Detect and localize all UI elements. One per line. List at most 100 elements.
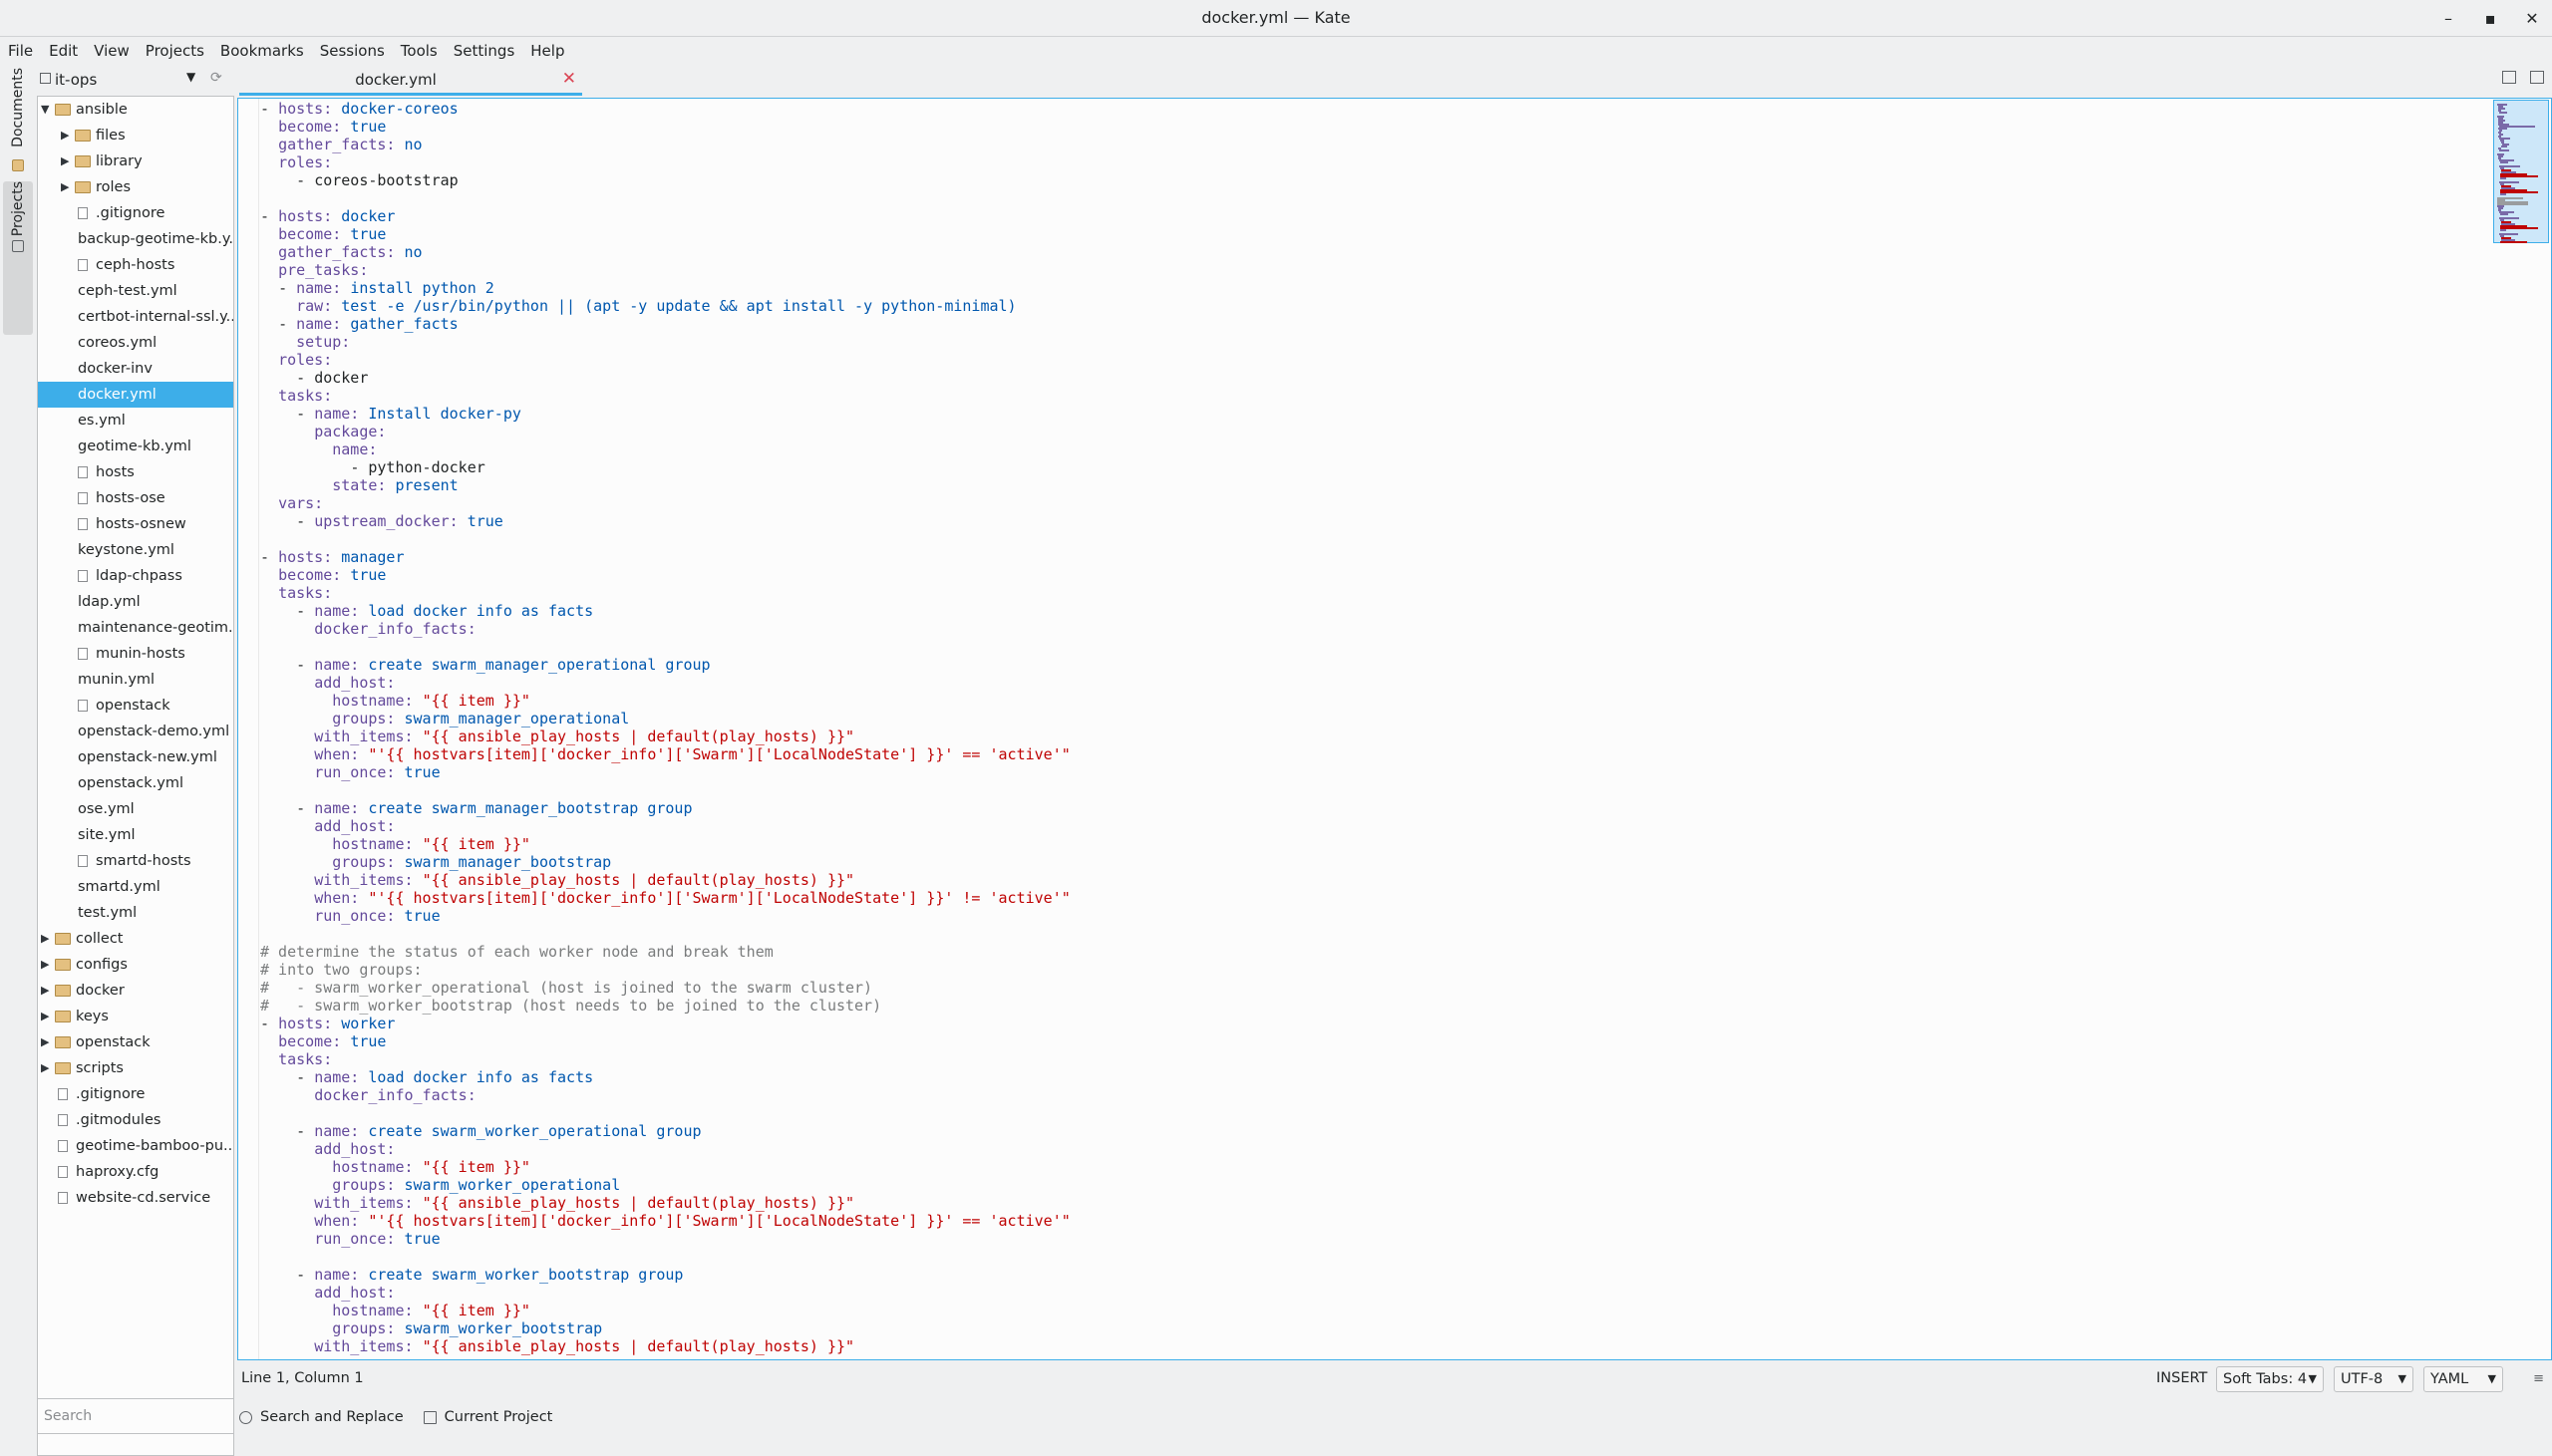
code-line[interactable]: roles: (260, 153, 2493, 171)
tree-item[interactable]: openstack.yml (38, 770, 233, 796)
code-line[interactable]: with_items: "{{ ansible_play_hosts | def… (260, 871, 2493, 889)
code-line[interactable]: groups: swarm_manager_bootstrap (260, 853, 2493, 871)
code-line[interactable]: - hosts: manager (260, 548, 2493, 566)
tree-item[interactable]: ▶ docker (38, 978, 233, 1004)
tree-item[interactable]: ▶ openstack (38, 1029, 233, 1055)
chevron-right-icon[interactable]: ▶ (61, 148, 69, 174)
tab-docker-yml[interactable]: docker.yml ✕ (239, 66, 582, 96)
tree-item[interactable]: coreos.yml (38, 330, 233, 356)
tree-item[interactable]: geotime-bamboo-pu... (38, 1133, 233, 1159)
encoding-selector[interactable]: UTF-8 ▼ (2334, 1366, 2413, 1392)
tree-item[interactable]: ose.yml (38, 796, 233, 822)
tree-item[interactable]: munin-hosts (38, 641, 233, 667)
code-line[interactable] (260, 530, 2493, 548)
menu-edit[interactable]: Edit (41, 42, 86, 60)
code-line[interactable]: vars: (260, 494, 2493, 512)
code-line[interactable]: pre_tasks: (260, 261, 2493, 279)
tree-item[interactable]: .gitignore (38, 1081, 233, 1107)
tree-item[interactable]: ▶ keys (38, 1004, 233, 1029)
code-line[interactable]: become: true (260, 225, 2493, 243)
code-line[interactable]: - upstream_docker: true (260, 512, 2493, 530)
tree-item[interactable]: smartd.yml (38, 874, 233, 900)
tree-item[interactable]: ▶ configs (38, 952, 233, 978)
code-line[interactable]: roles: (260, 351, 2493, 369)
code-line[interactable]: state: present (260, 476, 2493, 494)
code-line[interactable]: - name: create swarm_worker_operational … (260, 1122, 2493, 1140)
menu-projects[interactable]: Projects (138, 42, 212, 60)
code-line[interactable]: raw: test -e /usr/bin/python || (apt -y … (260, 297, 2493, 315)
code-line[interactable]: add_host: (260, 1284, 2493, 1302)
code-line[interactable] (260, 1248, 2493, 1266)
code-line[interactable]: - hosts: docker-coreos (260, 100, 2493, 118)
quick-open-icon[interactable] (2502, 71, 2516, 84)
code-line[interactable] (260, 1104, 2493, 1122)
tree-item[interactable]: openstack (38, 693, 233, 719)
code-line[interactable]: - name: load docker info as facts (260, 602, 2493, 620)
code-line[interactable]: # into two groups: (260, 961, 2493, 979)
code-line[interactable]: groups: swarm_manager_operational (260, 710, 2493, 728)
tree-item[interactable]: haproxy.cfg (38, 1159, 233, 1185)
indent-selector[interactable]: Soft Tabs: 4 ▼ (2216, 1366, 2324, 1392)
tree-item[interactable]: hosts-ose (38, 485, 233, 511)
code-line[interactable]: add_host: (260, 674, 2493, 692)
tree-item[interactable]: ldap.yml (38, 589, 233, 615)
code-line[interactable]: become: true (260, 1032, 2493, 1050)
tab-documents[interactable]: Documents (3, 68, 33, 153)
tree-item[interactable]: munin.yml (38, 667, 233, 693)
code-line[interactable]: hostname: "{{ item }}" (260, 1302, 2493, 1319)
code-line[interactable]: - name: gather_facts (260, 315, 2493, 333)
close-button[interactable]: ✕ (2522, 9, 2542, 28)
code-line[interactable]: # determine the status of each worker no… (260, 943, 2493, 961)
code-line[interactable]: add_host: (260, 1140, 2493, 1158)
tree-item[interactable]: hosts (38, 459, 233, 485)
minimize-button[interactable]: – (2438, 9, 2458, 28)
code-line[interactable]: - docker (260, 369, 2493, 387)
code-line[interactable]: groups: swarm_worker_bootstrap (260, 1319, 2493, 1337)
tree-item[interactable]: ceph-hosts (38, 252, 233, 278)
close-icon[interactable]: ✕ (562, 69, 576, 89)
chevron-down-icon[interactable]: ▼ (186, 70, 195, 84)
code-line[interactable]: with_items: "{{ ansible_play_hosts | def… (260, 1337, 2493, 1355)
code-line[interactable]: when: "'{{ hostvars[item]['docker_info']… (260, 1212, 2493, 1230)
code-line[interactable]: become: true (260, 118, 2493, 136)
chevron-right-icon[interactable]: ▶ (41, 1055, 49, 1081)
tree-item[interactable]: website-cd.service (38, 1185, 233, 1211)
code-line[interactable]: - name: install python 2 (260, 279, 2493, 297)
chevron-right-icon[interactable]: ▶ (41, 926, 49, 952)
maximize-button[interactable]: ▪ (2480, 9, 2500, 28)
code-line[interactable]: hostname: "{{ item }}" (260, 835, 2493, 853)
tree-item[interactable]: smartd-hosts (38, 848, 233, 874)
tree-item[interactable]: ▶ files (38, 123, 233, 148)
code-line[interactable]: when: "'{{ hostvars[item]['docker_info']… (260, 889, 2493, 907)
syntax-selector[interactable]: YAML ▼ (2423, 1366, 2503, 1392)
menu-help[interactable]: Help (522, 42, 572, 60)
code-line[interactable]: hostname: "{{ item }}" (260, 692, 2493, 710)
menu-icon[interactable]: ≡ (2533, 1371, 2544, 1386)
tab-projects[interactable]: Projects (3, 181, 33, 335)
menu-settings[interactable]: Settings (446, 42, 523, 60)
tree-item[interactable]: docker.yml (38, 382, 233, 408)
tree-item[interactable]: openstack-demo.yml (38, 719, 233, 744)
tree-item[interactable]: ▶ library (38, 148, 233, 174)
code-line[interactable]: gather_facts: no (260, 243, 2493, 261)
input-mode[interactable]: INSERT (2156, 1370, 2207, 1386)
menu-file[interactable]: File (0, 42, 41, 60)
tree-item[interactable]: backup-geotime-kb.y... (38, 226, 233, 252)
cursor-position[interactable]: Line 1, Column 1 (241, 1370, 364, 1386)
chevron-right-icon[interactable]: ▶ (41, 1004, 49, 1029)
tree-item[interactable]: keystone.yml (38, 537, 233, 563)
code-line[interactable]: - name: load docker info as facts (260, 1068, 2493, 1086)
tree-item[interactable]: openstack-new.yml (38, 744, 233, 770)
code-line[interactable]: setup: (260, 333, 2493, 351)
code-line[interactable]: docker_info_facts: (260, 620, 2493, 638)
code-area[interactable]: - hosts: docker-coreos become: true gath… (260, 100, 2493, 1355)
project-selector[interactable]: it-ops ▼ ⟳ (37, 66, 234, 94)
code-line[interactable]: run_once: true (260, 763, 2493, 781)
chevron-down-icon[interactable]: ▼ (41, 97, 49, 123)
code-line[interactable]: - python-docker (260, 458, 2493, 476)
code-line[interactable]: add_host: (260, 817, 2493, 835)
code-line[interactable]: run_once: true (260, 907, 2493, 925)
project-tree[interactable]: ▼ ansible ▶ files ▶ library ▶ roles .gitignore ba… (37, 96, 234, 1456)
tree-item[interactable]: ▶ collect (38, 926, 233, 952)
chevron-right-icon[interactable]: ▶ (61, 174, 69, 200)
